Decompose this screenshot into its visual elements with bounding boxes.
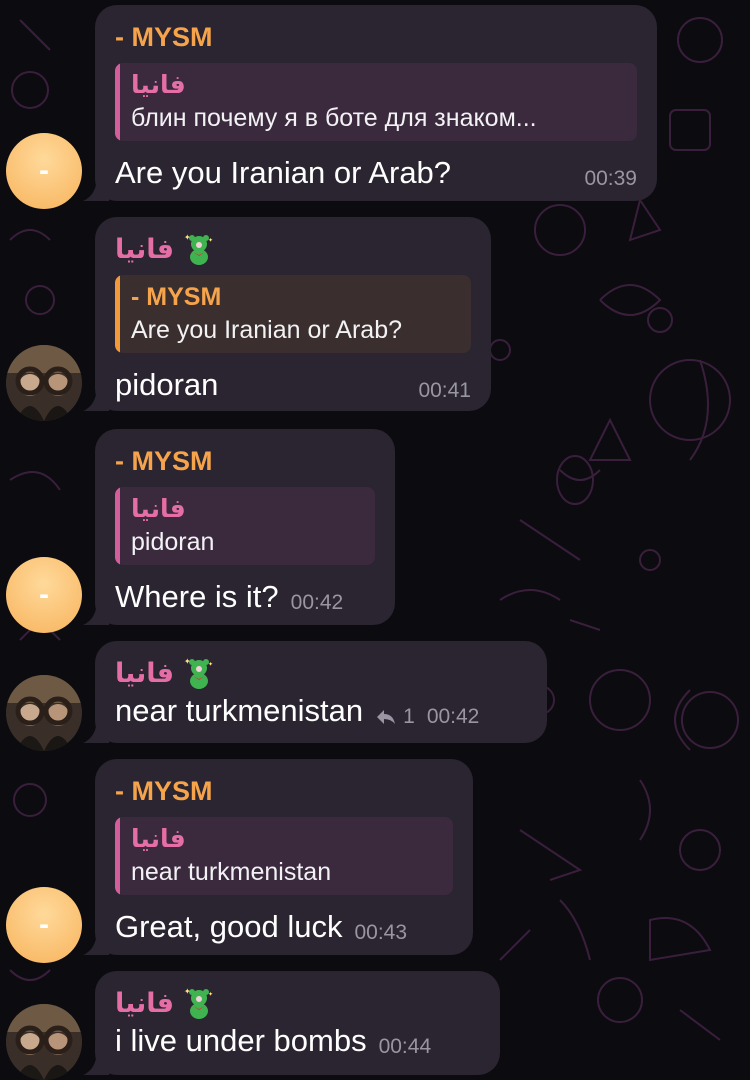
avatar[interactable]: -: [6, 557, 82, 633]
svg-text:✦: ✦: [184, 233, 191, 242]
avatar[interactable]: -: [6, 133, 82, 209]
bubble-tail: [83, 385, 109, 411]
reply-text: near turkmenistan: [131, 858, 332, 886]
svg-text:✦: ✦: [184, 657, 191, 666]
bubble-tail: [83, 1049, 109, 1075]
reply-preview[interactable]: فانيا блин почему я в боте для знаком...: [115, 63, 637, 141]
message-text: Where is it?: [115, 579, 279, 614]
reply-preview[interactable]: - MYSM Are you Iranian or Arab?: [115, 275, 471, 353]
svg-text:✦: ✦: [208, 991, 213, 998]
bubble-tail: [83, 175, 109, 201]
message-time: 00:43: [354, 921, 408, 944]
reply-sender: فانيا: [131, 495, 186, 523]
reply-sender: فانيا: [131, 825, 186, 853]
svg-text:✦: ✦: [208, 237, 213, 244]
reply-sender: فانيا: [131, 71, 186, 99]
bubble-tail: [83, 599, 109, 625]
avatar[interactable]: -: [6, 887, 82, 963]
teddy-bear-emoji-icon: ✦ ✦: [184, 657, 213, 689]
sender-name[interactable]: - MYSM: [115, 21, 637, 53]
svg-text:✦: ✦: [184, 987, 191, 996]
message-bubble[interactable]: - MYSM فانيا блин почему я в боте для зн…: [83, 5, 657, 201]
sender-name[interactable]: فانيا: [115, 233, 174, 265]
sender-name[interactable]: فانيا: [115, 657, 174, 689]
reply-sender: - MYSM: [131, 283, 222, 311]
teddy-bear-emoji-icon: ✦ ✦: [184, 987, 213, 1019]
message-time: 00:44: [378, 1035, 432, 1058]
reply-text: блин почему я в боте для знаком...: [131, 104, 537, 132]
message-time: 00:41: [418, 379, 471, 402]
message-time: 00:42: [426, 705, 480, 728]
reply-preview[interactable]: فانيا pidoran: [115, 487, 375, 565]
message-text: Great, good luck: [115, 909, 343, 944]
message-bubble[interactable]: - MYSM فانيا near turkmenistan Great, go…: [83, 759, 473, 955]
reply-preview[interactable]: فانيا near turkmenistan: [115, 817, 453, 895]
message-time: 00:42: [290, 591, 344, 614]
message-text: Are you Iranian or Arab?: [115, 155, 452, 190]
svg-text:✦: ✦: [208, 661, 213, 668]
message-text: near turkmenistan: [115, 693, 364, 728]
reply-count[interactable]: 1: [403, 705, 415, 729]
bubble-tail: [83, 717, 109, 743]
reply-arrow-icon: [377, 710, 396, 724]
sender-name[interactable]: فانيا: [115, 987, 174, 1019]
teddy-bear-emoji-icon: ✦ ✦: [184, 233, 213, 265]
message-time: 00:39: [584, 167, 637, 190]
sender-name[interactable]: - MYSM: [115, 445, 375, 477]
message-bubble[interactable]: فانيا ✦ ✦ i live under bombs 00:44: [83, 971, 500, 1075]
message-meta: 1 00:42: [375, 705, 479, 729]
reply-text: Are you Iranian or Arab?: [131, 316, 402, 344]
sender-name[interactable]: - MYSM: [115, 775, 453, 807]
bubble-tail: [83, 929, 109, 955]
message-bubble[interactable]: فانيا ✦ ✦ near turkmenistan 1 00:42: [83, 641, 547, 743]
avatar[interactable]: [6, 675, 82, 751]
reply-text: pidoran: [131, 528, 215, 556]
message-bubble[interactable]: فانيا ✦ ✦ - MYSM Are you Iranian or Arab?…: [83, 217, 491, 411]
message-bubble[interactable]: - MYSM فانيا pidoran Where is it? 00:42: [83, 429, 395, 625]
avatar[interactable]: [6, 345, 82, 421]
message-text: i live under bombs: [115, 1023, 367, 1058]
avatar[interactable]: [6, 1004, 82, 1080]
message-text: pidoran: [115, 367, 219, 402]
